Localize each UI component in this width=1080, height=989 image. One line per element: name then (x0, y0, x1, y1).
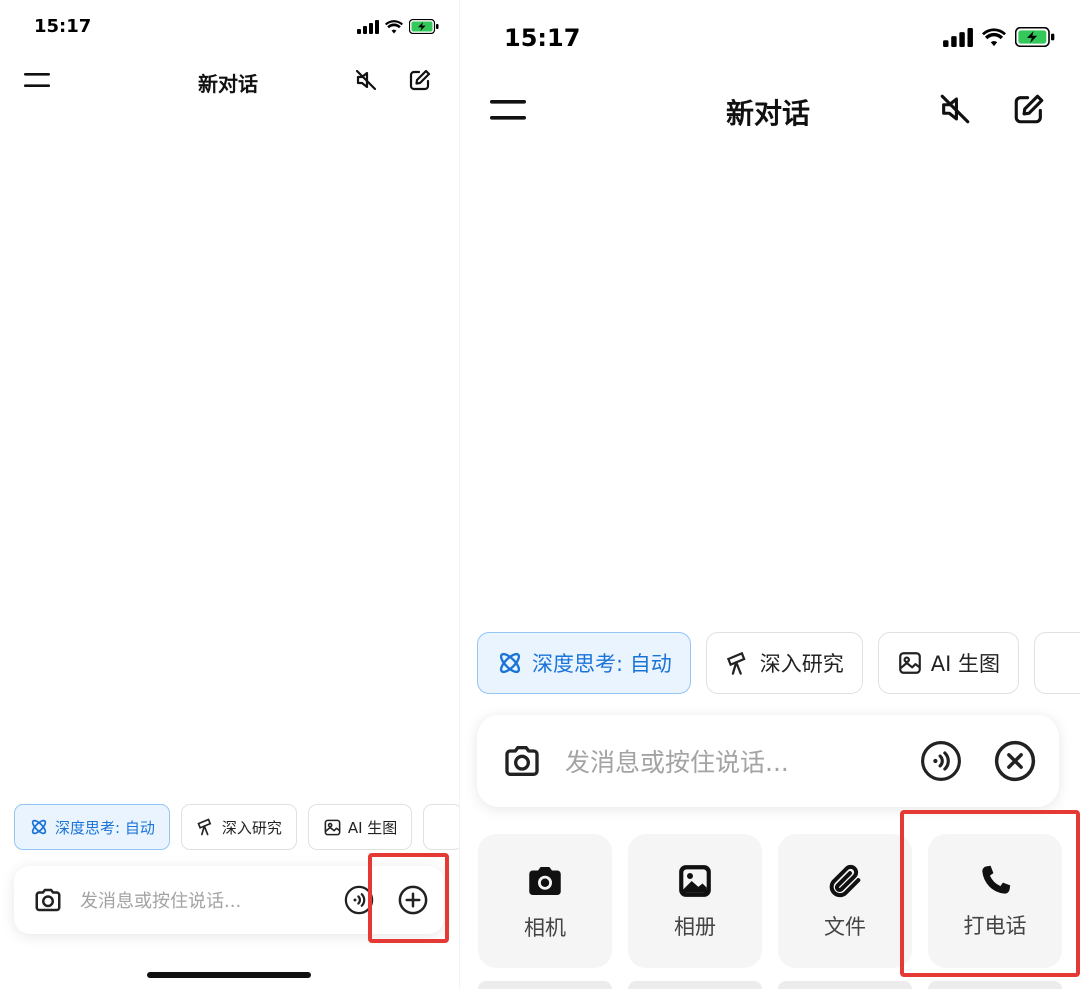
home-indicator (147, 972, 311, 978)
status-time: 15:17 (34, 16, 92, 37)
telescope-icon (197, 818, 212, 836)
chip-more[interactable] (1033, 632, 1080, 694)
image-icon (324, 819, 341, 835)
chip-ai-image[interactable]: AI 生图 (307, 804, 413, 850)
plus-button-highlight (368, 853, 449, 943)
atom-icon (499, 652, 521, 674)
left-screenshot: 15:17 新对话 深度思考: 自动 深入研究 AI 生图 发消息或按住说话..… (0, 0, 460, 989)
chip-deep-think[interactable]: 深度思考: 自动 (14, 804, 170, 850)
message-input[interactable]: 发消息或按住说话... (565, 743, 909, 779)
paperclip-icon (829, 864, 861, 898)
atom-icon (31, 819, 47, 835)
image-icon (898, 652, 921, 674)
status-icons (943, 27, 1055, 47)
menu-icon[interactable] (20, 66, 54, 94)
menu-icon[interactable] (486, 92, 530, 128)
message-input-bar[interactable]: 发消息或按住说话... (477, 715, 1059, 807)
tool-file-label: 文件 (824, 915, 866, 939)
camera-icon[interactable] (501, 740, 543, 782)
signal-icon (943, 27, 973, 47)
chip-deep-research-label: 深入研究 (221, 818, 282, 837)
telescope-icon (726, 651, 746, 675)
image-icon (679, 865, 711, 897)
battery-charging-icon (1015, 27, 1055, 47)
wifi-icon (385, 19, 403, 33)
chip-deep-think-label: 深度思考: 自动 (532, 652, 672, 676)
tool-camera[interactable]: 相机 (478, 834, 612, 968)
mute-icon[interactable] (350, 64, 382, 96)
chip-deep-think-label: 深度思考: 自动 (55, 818, 155, 837)
voice-icon[interactable] (919, 739, 963, 783)
status-icons (357, 19, 439, 34)
tool-album-label: 相册 (674, 915, 716, 939)
chip-deep-think[interactable]: 深度思考: 自动 (477, 632, 691, 694)
chip-more[interactable] (423, 804, 460, 850)
chip-deep-research[interactable]: 深入研究 (180, 804, 297, 850)
next-row-peek (628, 981, 762, 989)
message-input[interactable]: 发消息或按住说话... (80, 887, 334, 913)
tool-file[interactable]: 文件 (778, 834, 912, 968)
feature-chips: 深度思考: 自动 深入研究 AI 生图 (477, 632, 1080, 694)
page-title: 新对话 (198, 72, 258, 96)
call-button-highlight (900, 810, 1080, 977)
chip-deep-research-label: 深入研究 (759, 652, 844, 676)
chip-ai-image-label: AI 生图 (930, 652, 1000, 676)
mute-icon[interactable] (934, 88, 976, 130)
wifi-icon (982, 27, 1006, 46)
camera-icon[interactable] (32, 884, 64, 916)
feature-chips: 深度思考: 自动 深入研究 AI 生图 (14, 804, 460, 850)
right-screenshot: 15:17 新对话 深度思考: 自动 深入研究 AI 生图 发消息或按住说话..… (460, 0, 1080, 989)
tool-album[interactable]: 相册 (628, 834, 762, 968)
next-row-peek (928, 981, 1062, 989)
new-chat-icon[interactable] (1008, 88, 1050, 130)
page-title: 新对话 (725, 97, 810, 130)
battery-charging-icon (409, 19, 439, 34)
signal-icon (357, 19, 379, 34)
new-chat-icon[interactable] (404, 64, 436, 96)
chip-deep-research[interactable]: 深入研究 (705, 632, 863, 694)
next-row-peek (778, 981, 912, 989)
tool-camera-label: 相机 (524, 916, 566, 940)
camera-icon (529, 867, 561, 895)
close-icon[interactable] (993, 739, 1037, 783)
next-row-peek (478, 981, 612, 989)
chip-ai-image-label: AI 生图 (347, 818, 398, 837)
status-time: 15:17 (504, 24, 581, 52)
chip-ai-image[interactable]: AI 生图 (877, 632, 1019, 694)
